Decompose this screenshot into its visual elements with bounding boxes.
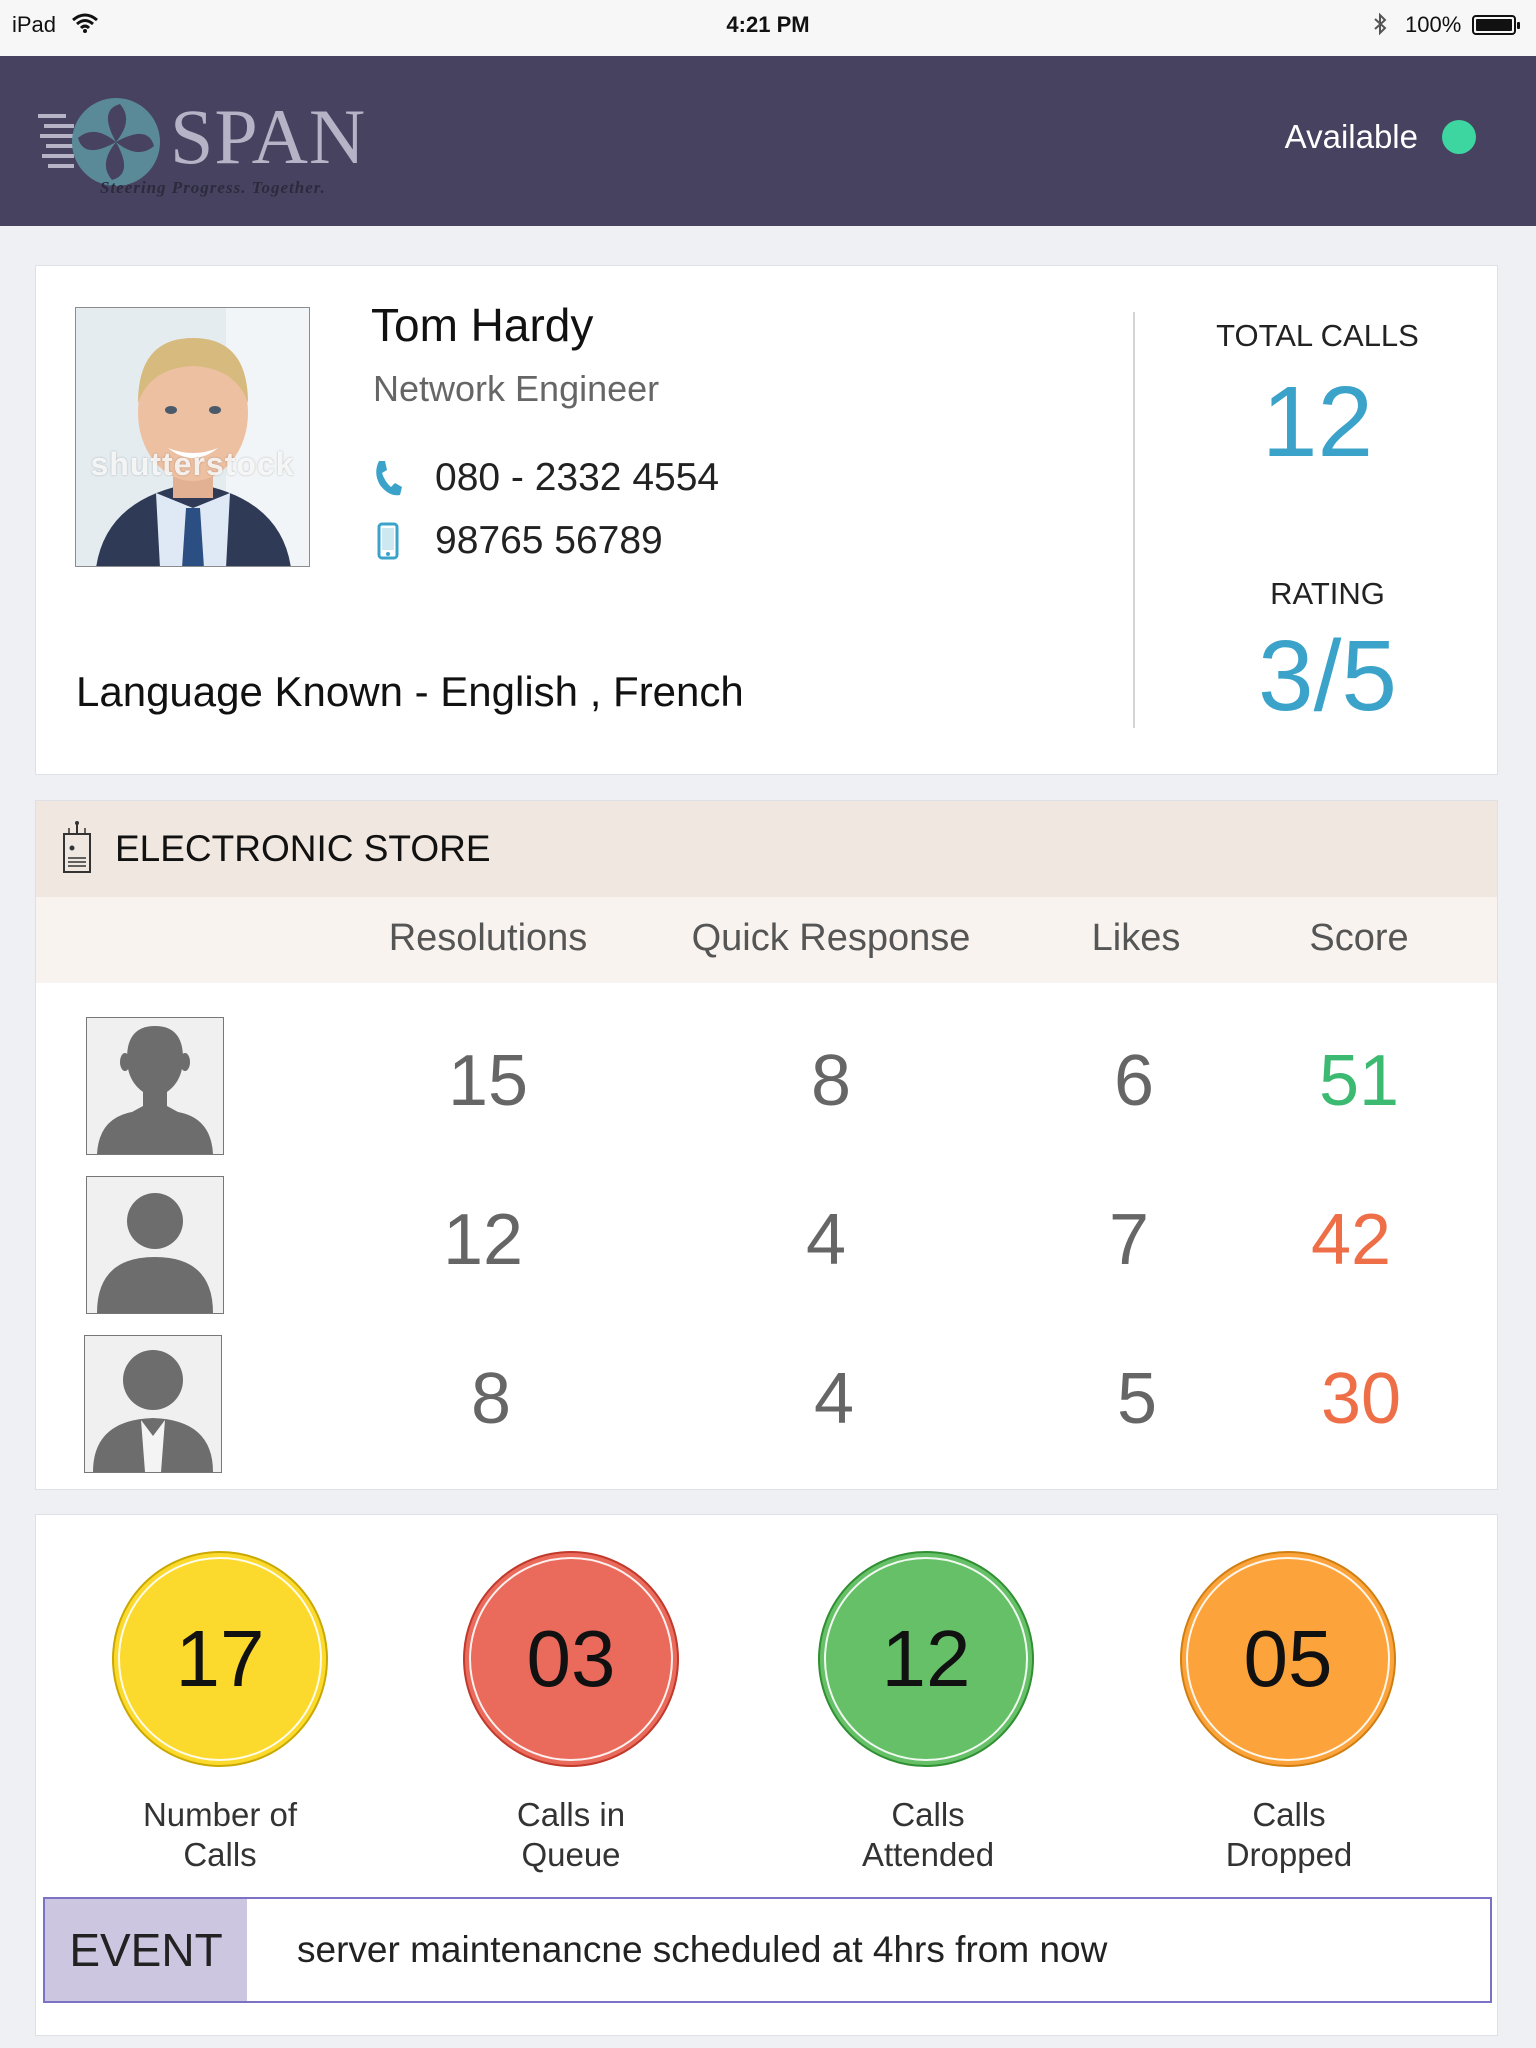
- calls-in-queue-value: 03: [526, 1614, 616, 1703]
- battery-percent: 100%: [1405, 12, 1462, 37]
- agent-photo: shutterstock: [75, 307, 310, 567]
- store-leaderboard-card: ELECTRONIC STORE Resolutions Quick Respo…: [35, 800, 1498, 1490]
- agent-portrait-icon: [76, 308, 309, 566]
- span-logo: SPAN Steering Progress. Together.: [38, 90, 378, 200]
- user-tie-silhouette-icon: [84, 1335, 222, 1473]
- event-banner[interactable]: EVENT server maintenancne scheduled at 4…: [43, 1897, 1492, 2003]
- languages-known: Language Known - English , French: [76, 668, 744, 715]
- label-line: Calls: [891, 1796, 965, 1833]
- label-line: Calls in: [516, 1796, 626, 1833]
- label-line: Queue: [521, 1836, 621, 1873]
- label-line: Attended: [861, 1836, 995, 1873]
- leaderboard-row[interactable]: 8 4 5 30: [36, 1327, 1497, 1477]
- user-silhouette-icon: [86, 1176, 224, 1314]
- store-title: ELECTRONIC STORE: [115, 828, 491, 869]
- calls-in-queue-label: Calls in Queue: [441, 1795, 701, 1875]
- status-bar: iPad 4:21 PM 100%: [0, 0, 1536, 56]
- logo-wordmark: SPAN: [170, 93, 367, 180]
- label-line: Calls: [1252, 1796, 1326, 1833]
- number-of-calls-value: 17: [175, 1614, 265, 1703]
- col-header-score[interactable]: Score: [1309, 917, 1408, 960]
- label-line: Calls: [183, 1836, 257, 1873]
- cell-score: 42: [1310, 1200, 1392, 1280]
- call-summary-card: 17 Number of Calls 03 Calls in Queue 12 …: [35, 1514, 1498, 2036]
- cell-likes: 5: [1116, 1359, 1158, 1439]
- cell-likes: 6: [1113, 1041, 1155, 1121]
- calls-dropped-label: Calls Dropped: [1159, 1795, 1419, 1875]
- leaderboard-column-headers: Resolutions Quick Response Likes Score: [36, 897, 1497, 983]
- agent-role: Network Engineer: [373, 368, 660, 409]
- cell-resolutions: 8: [470, 1359, 512, 1439]
- calls-in-queue-circle[interactable]: 03: [463, 1551, 679, 1767]
- photo-watermark: shutterstock: [90, 446, 295, 482]
- agent-name: Tom Hardy: [371, 299, 594, 351]
- cell-quick-response: 4: [805, 1200, 847, 1280]
- rating-label: RATING: [1270, 576, 1385, 611]
- cell-quick-response: 8: [810, 1041, 852, 1121]
- cell-score: 30: [1320, 1359, 1402, 1439]
- total-calls-value: 12: [1261, 366, 1374, 478]
- calls-dropped-circle[interactable]: 05: [1180, 1551, 1396, 1767]
- calls-attended-circle[interactable]: 12: [818, 1551, 1034, 1767]
- leaderboard-row[interactable]: 12 4 7 42: [36, 1168, 1497, 1318]
- mobile-number: 98765 56789: [435, 519, 663, 562]
- store-device-icon: [61, 820, 93, 879]
- mobile-contact[interactable]: 98765 56789: [371, 519, 663, 563]
- bluetooth-icon: [1372, 12, 1388, 42]
- logo-tagline: Steering Progress. Together.: [100, 178, 326, 197]
- event-message: server maintenancne scheduled at 4hrs fr…: [297, 1929, 1108, 1970]
- availability-status[interactable]: Available: [1285, 118, 1476, 156]
- mobile-icon: [371, 519, 405, 563]
- cell-score: 51: [1318, 1041, 1400, 1121]
- label-line: Number of: [142, 1796, 298, 1833]
- event-tag: EVENT: [45, 1899, 247, 2001]
- clock: 4:21 PM: [726, 12, 810, 37]
- leaderboard-row[interactable]: 15 8 6 51: [36, 1009, 1497, 1159]
- phone-contact[interactable]: 080 - 2332 4554: [371, 456, 719, 500]
- status-dot-icon: [1442, 120, 1476, 154]
- cell-likes: 7: [1108, 1200, 1150, 1280]
- col-header-likes[interactable]: Likes: [1092, 917, 1181, 960]
- cell-resolutions: 12: [442, 1200, 524, 1280]
- agent-profile-card: shutterstock Tom Hardy Network Engineer …: [35, 265, 1498, 775]
- calls-attended-value: 12: [881, 1614, 971, 1703]
- calls-dropped-value: 05: [1243, 1614, 1333, 1703]
- number-of-calls-circle[interactable]: 17: [112, 1551, 328, 1767]
- total-calls-label: TOTAL CALLS: [1216, 318, 1419, 353]
- male-silhouette-icon: [86, 1017, 224, 1155]
- app-header: SPAN Steering Progress. Together. Availa…: [0, 56, 1536, 226]
- label-line: Dropped: [1225, 1836, 1353, 1873]
- store-header: ELECTRONIC STORE: [36, 801, 1497, 897]
- cell-quick-response: 4: [813, 1359, 855, 1439]
- availability-label: Available: [1284, 118, 1418, 155]
- stats-divider: [1133, 312, 1135, 728]
- cell-resolutions: 15: [447, 1041, 529, 1121]
- number-of-calls-label: Number of Calls: [90, 1795, 350, 1875]
- battery-icon: [1472, 15, 1520, 35]
- rating-value: 3/5: [1257, 620, 1397, 732]
- col-header-resolutions[interactable]: Resolutions: [389, 917, 588, 960]
- calls-attended-label: Calls Attended: [798, 1795, 1058, 1875]
- phone-icon: [371, 456, 405, 500]
- phone-number: 080 - 2332 4554: [435, 456, 720, 499]
- col-header-quick-response[interactable]: Quick Response: [692, 917, 971, 960]
